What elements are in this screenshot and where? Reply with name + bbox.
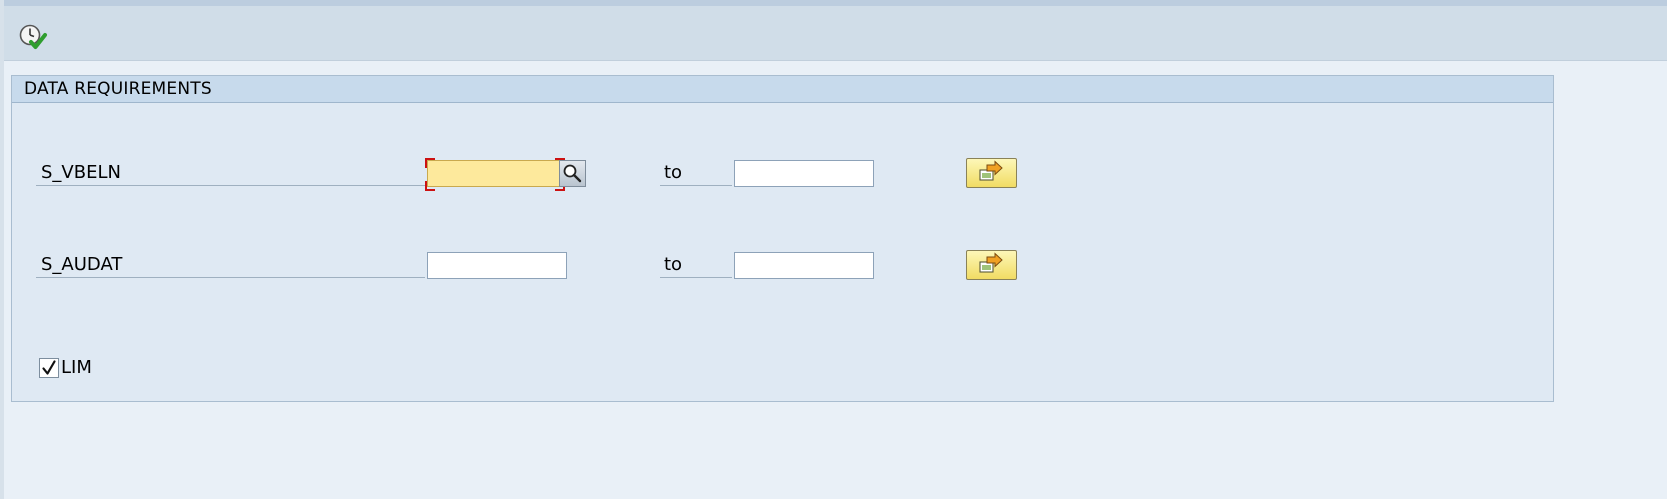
s-vbeln-label-underline bbox=[36, 185, 425, 186]
group-header: DATA REQUIREMENTS bbox=[12, 76, 1553, 103]
application-toolbar bbox=[4, 6, 1667, 61]
checkmark-icon bbox=[42, 360, 56, 375]
group-title: DATA REQUIREMENTS bbox=[24, 79, 212, 99]
window-left-border bbox=[0, 0, 4, 499]
magnifier-icon bbox=[563, 164, 582, 183]
s-vbeln-multiple-selection-button[interactable] bbox=[966, 158, 1017, 188]
arrow-right-icon bbox=[979, 252, 1003, 273]
s-audat-label-underline bbox=[36, 277, 425, 278]
s-audat-label: S_AUDAT bbox=[41, 254, 123, 275]
lim-checkbox[interactable] bbox=[39, 358, 59, 378]
s-audat-multiple-selection-button[interactable] bbox=[966, 250, 1017, 280]
s-vbeln-search-help-button[interactable] bbox=[559, 160, 586, 187]
data-requirements-group: DATA REQUIREMENTS S_VBELN to S_AUDAT to bbox=[11, 75, 1554, 402]
s-audat-high-input[interactable] bbox=[734, 252, 874, 279]
s-vbeln-low-input[interactable] bbox=[427, 160, 567, 187]
s-audat-low-input[interactable] bbox=[427, 252, 567, 279]
lim-checkbox-label: LIM bbox=[61, 357, 92, 378]
execute-clock-check-icon bbox=[19, 24, 47, 49]
s-audat-to-underline bbox=[660, 277, 732, 278]
arrow-right-icon bbox=[979, 160, 1003, 181]
s-audat-to-label: to bbox=[664, 254, 683, 275]
execute-button[interactable] bbox=[18, 23, 48, 53]
s-vbeln-to-underline bbox=[660, 185, 732, 186]
s-vbeln-high-input[interactable] bbox=[734, 160, 874, 187]
s-vbeln-to-label: to bbox=[664, 162, 683, 183]
s-vbeln-label: S_VBELN bbox=[41, 162, 121, 183]
